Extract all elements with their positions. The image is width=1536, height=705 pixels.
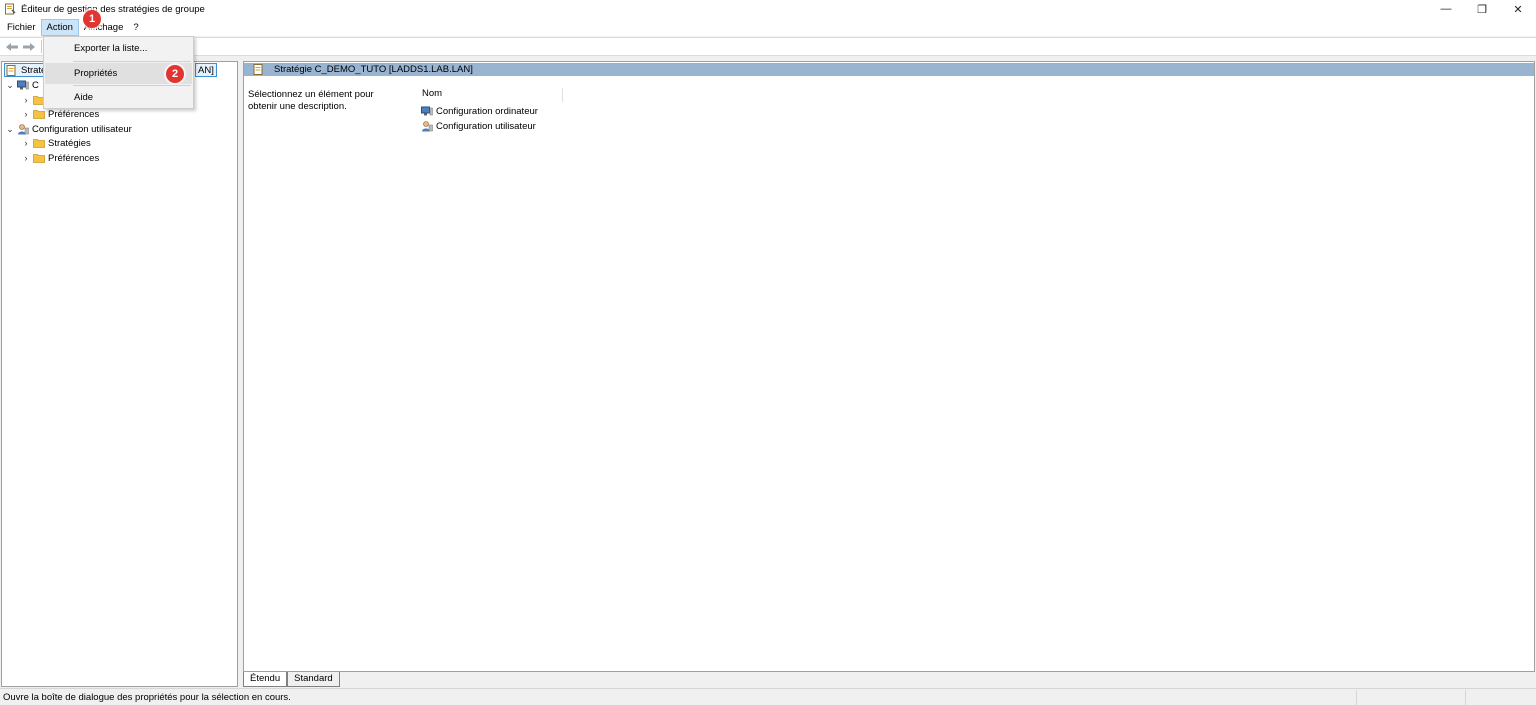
- tree-label-user-config: Configuration utilisateur: [32, 123, 132, 135]
- details-pane: Stratégie C_DEMO_TUTO [LADDS1.LAB.LAN] S…: [243, 61, 1535, 672]
- gpo-editor-icon: [4, 3, 16, 15]
- folder-icon: [32, 152, 45, 164]
- menu-help[interactable]: ?: [128, 19, 143, 36]
- tree-label-computer-config: C: [32, 79, 39, 91]
- tree-node-user-config[interactable]: ⌄ Configuration utilisateur: [4, 122, 132, 136]
- column-header-nom[interactable]: Nom: [420, 88, 563, 102]
- view-tabs: Étendu Standard: [243, 672, 340, 687]
- toolbar-separator: [41, 40, 42, 53]
- close-button[interactable]: ✕: [1500, 0, 1536, 18]
- chevron-right-icon[interactable]: ›: [20, 153, 32, 163]
- user-icon: [16, 123, 29, 135]
- menu-action[interactable]: Action: [40, 18, 79, 36]
- chevron-down-icon[interactable]: ⌄: [4, 124, 16, 135]
- gpo-editor-icon: [5, 64, 18, 76]
- menu-bar: Fichier Action Affichage ?: [0, 18, 1536, 36]
- window-controls: — ❐ ✕: [1428, 0, 1536, 18]
- tree-label-user-prefs: Préférences: [48, 152, 100, 164]
- chevron-right-icon[interactable]: ›: [20, 109, 32, 119]
- tree-label-computer-prefs: Préférences: [48, 108, 100, 120]
- status-bar: Ouvre la boîte de dialogue des propriété…: [0, 688, 1536, 705]
- tree-root-tail-text: AN]: [198, 64, 214, 76]
- forward-arrow-icon[interactable]: [20, 40, 37, 54]
- back-arrow-icon[interactable]: [3, 40, 20, 54]
- user-icon: [420, 120, 433, 132]
- window-title: Éditeur de gestion des stratégies de gro…: [21, 3, 205, 15]
- gpo-editor-icon: [252, 64, 265, 76]
- menu-separator: [73, 85, 191, 86]
- tree-node-computer-prefs[interactable]: › Préférences: [20, 107, 100, 121]
- restore-button[interactable]: ❐: [1464, 0, 1500, 18]
- tree-node-computer-config[interactable]: ⌄ C: [4, 78, 39, 92]
- tree-label-user-strategies: Stratégies: [48, 137, 91, 149]
- menu-item-exporter-liste[interactable]: Exporter la liste...: [45, 38, 192, 59]
- tree-node-user-prefs[interactable]: › Préférences: [20, 151, 100, 165]
- list-item-computer-config[interactable]: Configuration ordinateur: [420, 104, 538, 118]
- list-item-label: Configuration ordinateur: [436, 105, 538, 117]
- list-item-user-config[interactable]: Configuration utilisateur: [420, 119, 536, 133]
- menu-fichier[interactable]: Fichier: [2, 19, 41, 36]
- status-text: Ouvre la boîte de dialogue des propriété…: [3, 691, 291, 703]
- tab-etendu[interactable]: Étendu: [243, 672, 288, 687]
- tree-root-label-tail[interactable]: AN]: [195, 63, 217, 77]
- computer-icon: [16, 79, 29, 91]
- title-bar: Éditeur de gestion des stratégies de gro…: [0, 0, 1536, 18]
- toolbar: [0, 37, 1536, 56]
- tree-node-user-strategies[interactable]: › Stratégies: [20, 136, 91, 150]
- annotation-badge-2: 2: [166, 65, 184, 83]
- menu-item-aide[interactable]: Aide: [45, 87, 192, 108]
- tab-standard[interactable]: Standard: [287, 672, 340, 687]
- annotation-badge-1: 1: [83, 10, 101, 28]
- computer-icon: [420, 105, 433, 117]
- details-header-title: Stratégie C_DEMO_TUTO [LADDS1.LAB.LAN]: [274, 64, 473, 75]
- folder-icon: [32, 137, 45, 149]
- folder-icon: [32, 108, 45, 120]
- chevron-right-icon[interactable]: ›: [20, 95, 32, 105]
- status-divider: [1356, 690, 1357, 705]
- status-divider: [1465, 690, 1466, 705]
- chevron-down-icon[interactable]: ⌄: [4, 80, 16, 91]
- chevron-right-icon[interactable]: ›: [20, 138, 32, 148]
- tree-pane: Strate AN] ⌄ C › › Préférences ⌄ Configu…: [1, 61, 238, 687]
- description-text: Sélectionnez un élément pour obtenir une…: [248, 89, 374, 112]
- details-header: Stratégie C_DEMO_TUTO [LADDS1.LAB.LAN]: [244, 63, 1534, 76]
- minimize-button[interactable]: —: [1428, 0, 1464, 18]
- menu-separator: [73, 61, 191, 62]
- list-item-label: Configuration utilisateur: [436, 120, 536, 132]
